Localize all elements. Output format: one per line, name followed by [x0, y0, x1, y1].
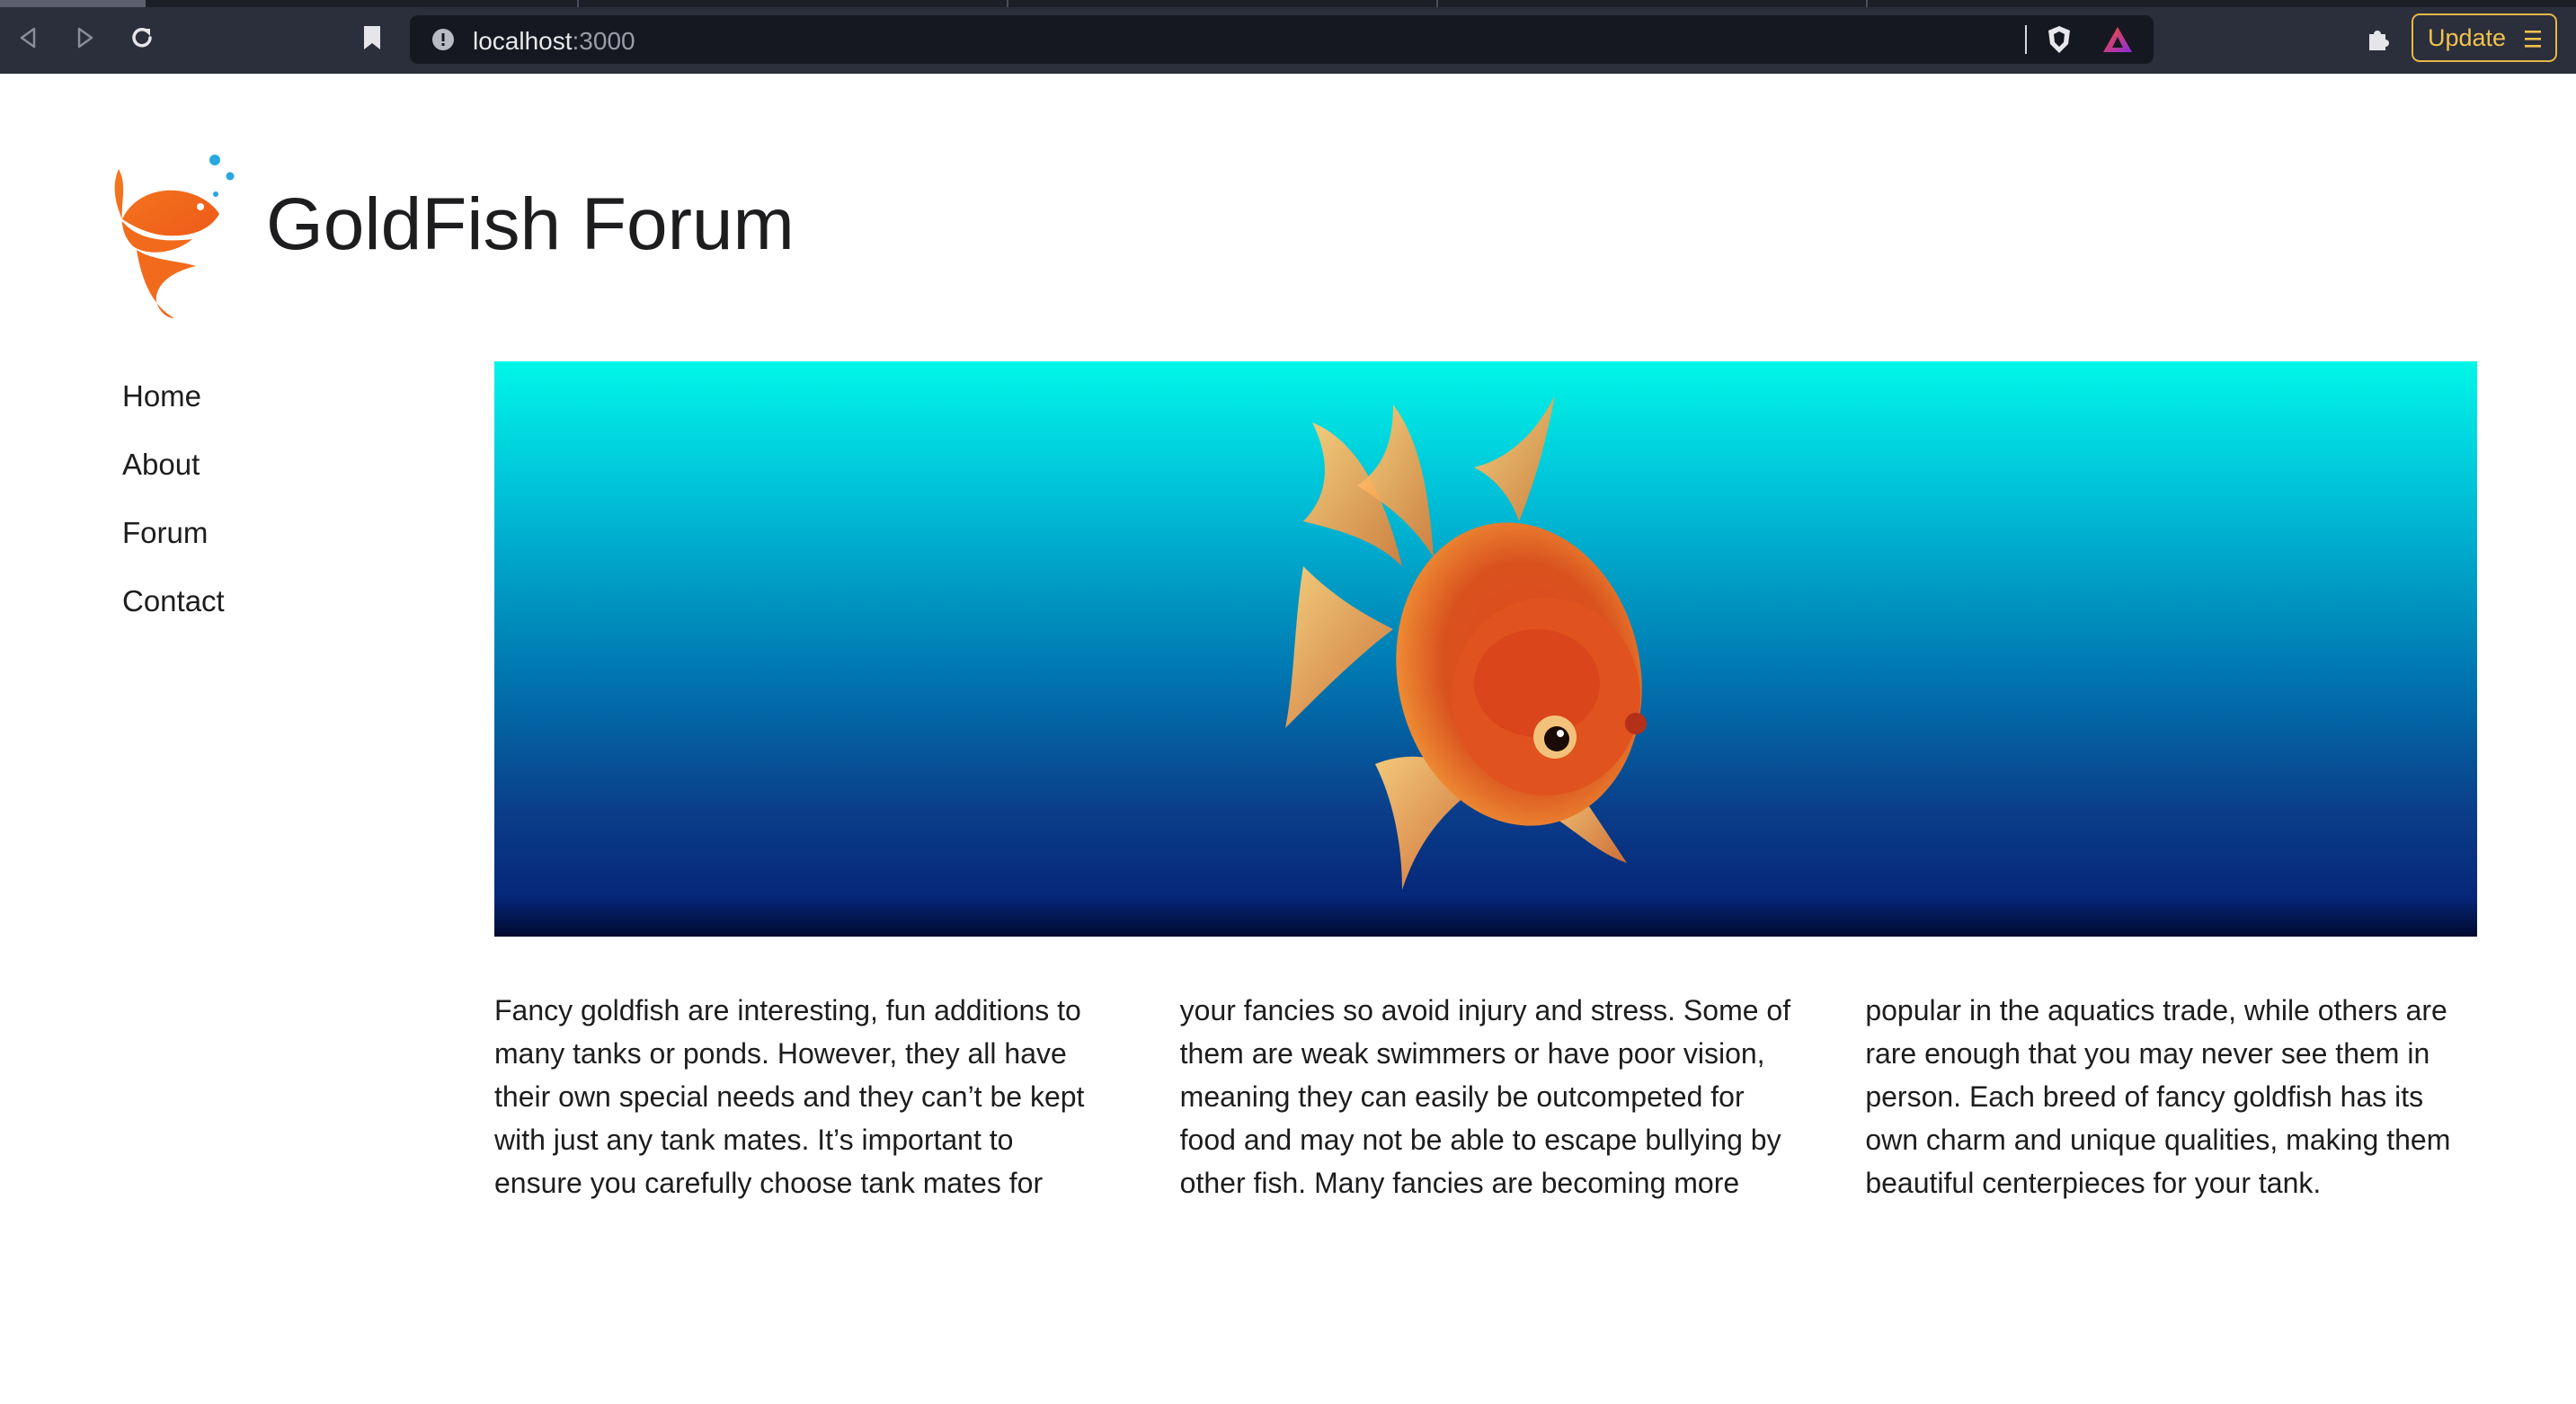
- extensions-icon[interactable]: [2364, 23, 2393, 52]
- browser-toolbar: localhost:3000 Update: [0, 0, 2576, 74]
- brave-shield-icon[interactable]: [2044, 24, 2074, 55]
- site-info-icon[interactable]: [431, 28, 455, 51]
- reload-icon: [132, 27, 152, 48]
- url-host: localhost: [473, 27, 573, 55]
- tab-active[interactable]: [0, 0, 146, 7]
- side-navigation: Home About Forum Contact: [122, 376, 225, 649]
- nav-item-contact[interactable]: Contact: [122, 581, 225, 649]
- tab-divider: [1866, 0, 1868, 7]
- bookmark-icon: [364, 26, 380, 49]
- back-button[interactable]: [11, 20, 47, 56]
- update-button[interactable]: Update: [2412, 13, 2557, 62]
- nav-item-home[interactable]: Home: [122, 376, 225, 444]
- tab-divider: [1007, 0, 1008, 7]
- article-text: Fancy goldfish are interesting, fun addi…: [494, 994, 2451, 1199]
- tab-strip: [0, 0, 2576, 7]
- goldfish-illustration: [1285, 395, 1647, 890]
- site-title[interactable]: GoldFish Forum: [266, 182, 795, 267]
- goldfish-logo[interactable]: [110, 149, 244, 320]
- forward-icon: [77, 27, 93, 49]
- bookmark-button[interactable]: [354, 20, 390, 56]
- url-port: :3000: [572, 27, 635, 55]
- url-text[interactable]: localhost:3000: [473, 27, 635, 56]
- reload-button[interactable]: [124, 20, 160, 56]
- address-bar[interactable]: localhost:3000: [410, 15, 2154, 64]
- nav-item-forum[interactable]: Forum: [122, 512, 225, 581]
- forward-button[interactable]: [67, 20, 102, 56]
- tab-divider: [577, 0, 579, 7]
- back-icon: [20, 27, 36, 49]
- brave-rewards-icon[interactable]: [2101, 24, 2134, 55]
- goldfish-hero-image: [494, 361, 2477, 937]
- update-label: Update: [2428, 23, 2507, 51]
- url-separator: [2025, 25, 2027, 54]
- nav-item-about[interactable]: About: [122, 444, 225, 512]
- tab-divider: [1436, 0, 1438, 7]
- menu-icon: [2525, 31, 2541, 48]
